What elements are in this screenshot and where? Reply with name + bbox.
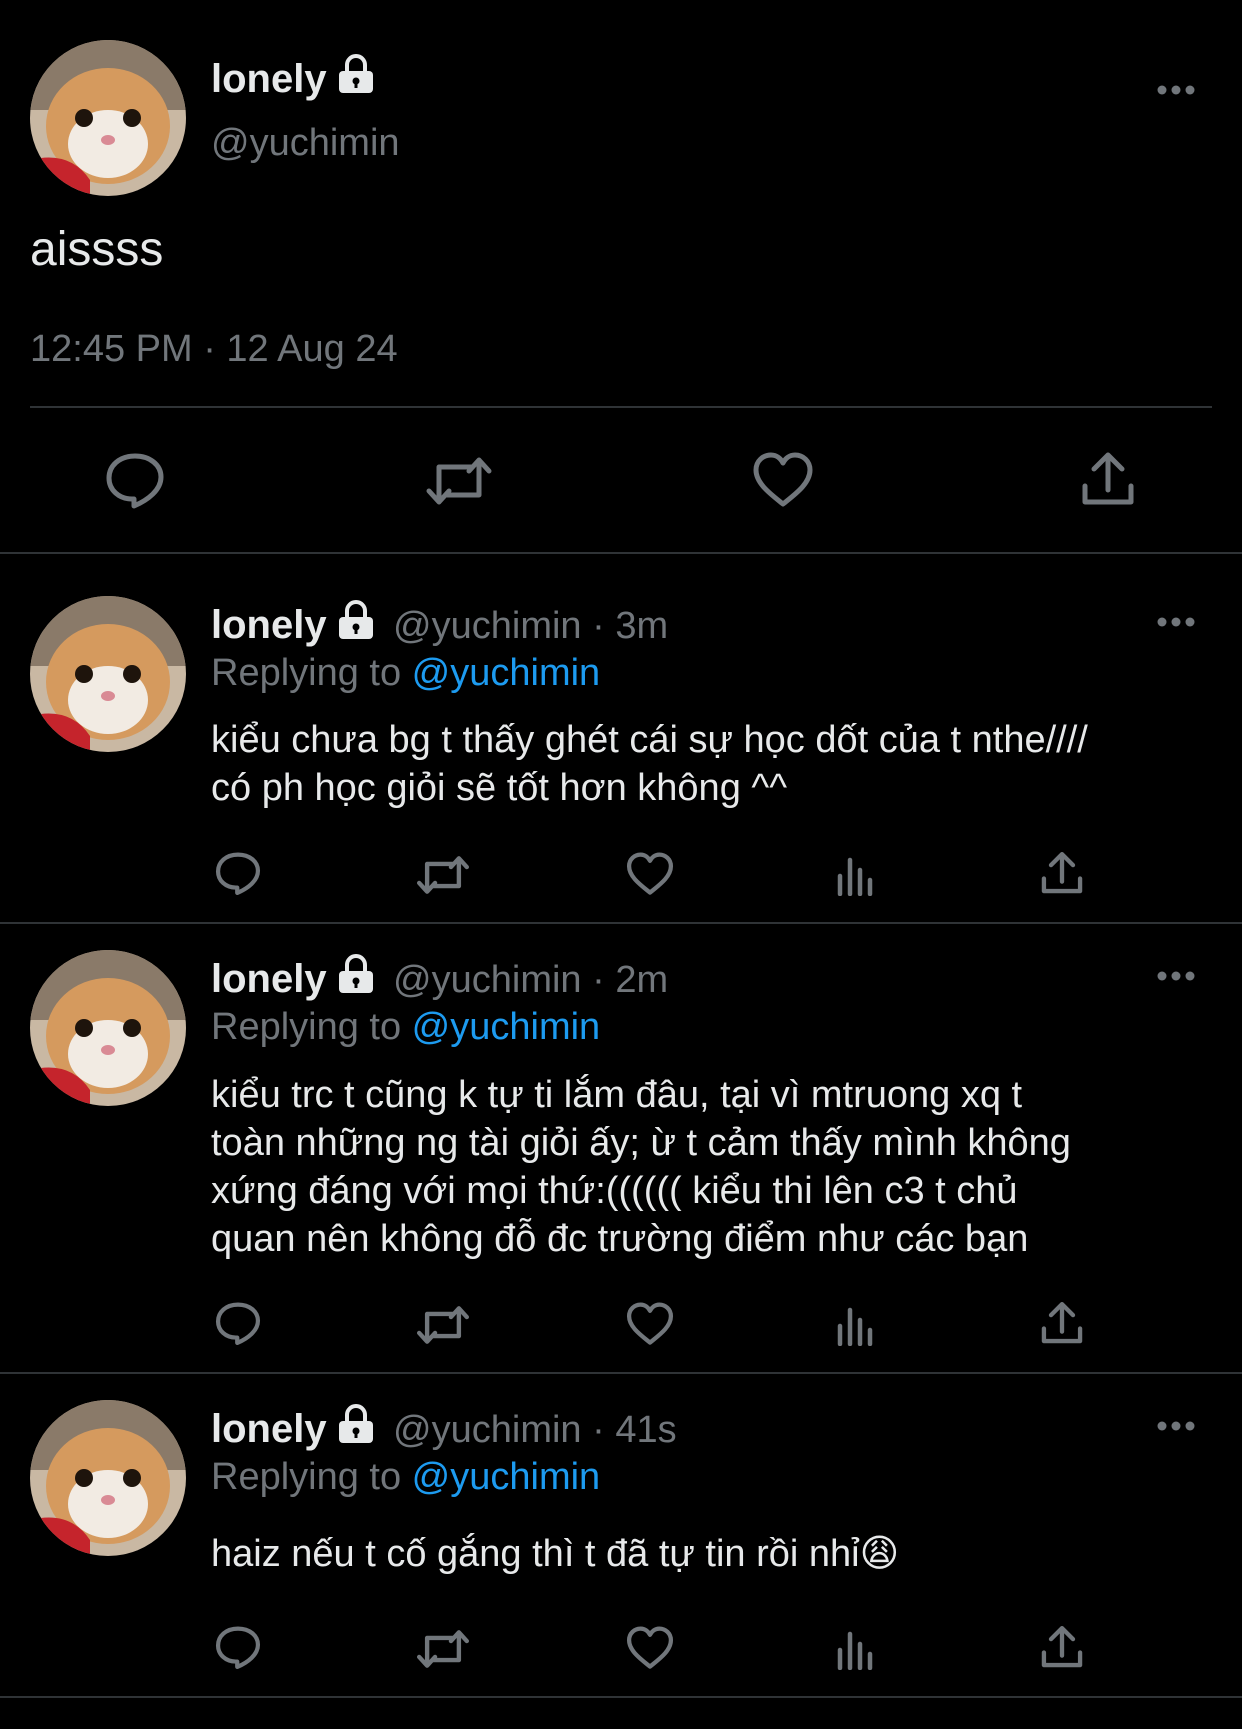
- divider: [0, 1696, 1242, 1698]
- display-name[interactable]: lonely: [211, 1407, 327, 1451]
- share-icon[interactable]: [1040, 1300, 1084, 1346]
- retweet-icon[interactable]: [416, 854, 470, 896]
- divider: [0, 1372, 1242, 1374]
- replying-to: Replying to @yuchimin: [211, 1006, 601, 1048]
- reply-mention-link[interactable]: @yuchimin: [412, 1456, 601, 1498]
- handle[interactable]: @yuchimin: [211, 122, 400, 165]
- tweet-text: kiểu trc t cũng k tự ti lắm đâu, tại vì …: [211, 1071, 1071, 1263]
- divider: [30, 406, 1212, 408]
- avatar-image: [30, 950, 186, 1106]
- more-icon[interactable]: [1156, 970, 1196, 982]
- reply-mention-link[interactable]: @yuchimin: [412, 1006, 601, 1048]
- divider: [0, 552, 1242, 554]
- handle-time[interactable]: @yuchimin · 41s: [393, 1409, 677, 1451]
- divider: [0, 922, 1242, 924]
- replying-to: Replying to @yuchimin: [211, 652, 601, 694]
- reply-icon[interactable]: [214, 850, 262, 896]
- lock-icon: [338, 600, 373, 639]
- avatar-image: [30, 596, 186, 752]
- tweet-text: haiz nếu t cố gắng thì t đã tự tin rồi n…: [211, 1530, 899, 1578]
- tweet-line: xứng đáng với mọi thứ:(((((( kiểu thi lê…: [211, 1170, 1018, 1212]
- retweet-icon[interactable]: [416, 1304, 470, 1346]
- like-icon[interactable]: [626, 1302, 674, 1346]
- tweet-line: có ph học giỏi sẽ tốt hơn không ^^: [211, 767, 788, 809]
- views-icon[interactable]: [836, 1628, 876, 1670]
- retweet-icon[interactable]: [425, 455, 493, 507]
- avatar[interactable]: [30, 1400, 186, 1556]
- timestamp[interactable]: 12:45 PM · 12 Aug 24: [30, 328, 398, 371]
- like-icon[interactable]: [752, 452, 814, 508]
- views-icon[interactable]: [836, 1304, 876, 1346]
- lock-icon: [338, 954, 373, 993]
- lock-icon: [338, 54, 373, 93]
- more-icon[interactable]: [1156, 1420, 1196, 1432]
- lock-icon: [338, 1404, 373, 1443]
- reply-icon[interactable]: [104, 450, 166, 510]
- avatar[interactable]: [30, 40, 186, 196]
- tweet-line: kiểu trc t cũng k tự ti lắm đâu, tại vì …: [211, 1074, 1023, 1116]
- handle-time[interactable]: @yuchimin · 2m: [393, 959, 668, 1001]
- display-name[interactable]: lonely: [211, 603, 327, 647]
- retweet-icon[interactable]: [416, 1628, 470, 1670]
- reply-icon[interactable]: [214, 1624, 262, 1670]
- like-icon[interactable]: [626, 852, 674, 896]
- avatar-image: [30, 40, 186, 196]
- reply-icon[interactable]: [214, 1300, 262, 1346]
- more-icon[interactable]: [1156, 616, 1196, 628]
- views-icon[interactable]: [836, 854, 876, 896]
- display-name[interactable]: lonely: [211, 957, 327, 1001]
- avatar[interactable]: [30, 596, 186, 752]
- handle-time[interactable]: @yuchimin · 3m: [393, 605, 668, 647]
- reply-mention-link[interactable]: @yuchimin: [412, 652, 601, 694]
- tweet-line: haiz nếu t cố gắng thì t đã tự tin rồi n…: [211, 1533, 900, 1575]
- display-name[interactable]: lonely: [211, 57, 327, 101]
- avatar[interactable]: [30, 950, 186, 1106]
- tweet-line: toàn những ng tài giỏi ấy; ừ t cảm thấy …: [211, 1122, 1071, 1164]
- tweet-line: quan nên không đỗ đc trường điểm như các…: [211, 1218, 1029, 1260]
- tweet-text: aissss: [30, 223, 164, 276]
- share-icon[interactable]: [1040, 1624, 1084, 1670]
- more-icon[interactable]: [1156, 84, 1196, 96]
- share-icon[interactable]: [1040, 850, 1084, 896]
- tweet-line: kiểu chưa bg t thấy ghét cái sự học dốt …: [211, 719, 1088, 761]
- share-icon[interactable]: [1080, 450, 1136, 508]
- like-icon[interactable]: [626, 1626, 674, 1670]
- replying-to: Replying to @yuchimin: [211, 1456, 601, 1498]
- tweet-text: kiểu chưa bg t thấy ghét cái sự học dốt …: [211, 716, 1088, 812]
- avatar-image: [30, 1400, 186, 1556]
